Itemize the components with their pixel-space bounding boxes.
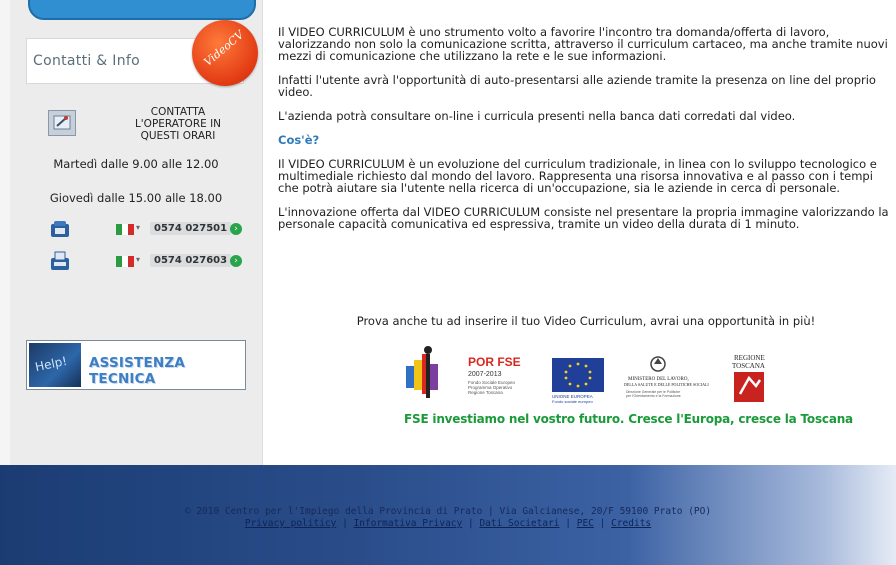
dropdown-arrow-icon[interactable]: ▾ [136,255,140,264]
help-key-icon: Help! [29,343,81,387]
footer-separator: | [565,518,571,529]
help-key-label: Help! [33,353,69,375]
main-content: Il VIDEO CURRICULUM è uno strumento volt… [278,26,890,230]
page-left-border [0,0,10,465]
contact-title: Contatti & Info [33,53,140,69]
pec-link[interactable]: PEC [577,518,594,529]
ministero-logo: MINISTERO DEL LAVORO, DELLA SALUTE E DEL… [624,356,709,398]
italy-flag-icon[interactable] [116,256,134,267]
assistenza-tecnica-banner[interactable]: Help! ASSISTENZA TECNICA [26,340,246,390]
sidebar-top-tab[interactable] [28,0,256,20]
ministero-sub: per l'Orientamento e la Formazione [626,394,681,398]
credits-link[interactable]: Credits [611,518,651,529]
eu-flag-logo: UNIONE EUROPEA Fondo sociale europeo [552,358,604,404]
eu-label: Fondo sociale europeo [552,399,593,404]
telephone-icon [50,219,70,239]
regione-toscana-logo: REGIONE TOSCANA [732,354,765,402]
section-heading: Cos'è? [278,133,320,147]
italy-flag-icon[interactable] [116,224,134,235]
regione-label: TOSCANA [732,362,765,370]
footer: © 2010 Centro per l'Impiego della Provin… [0,465,896,565]
ministero-label: DELLA SALUTE E DELLE POLITICHE SOCIALI [624,382,709,387]
logos-svg: POR FSE 2007-2013 Fondo Sociale Europeo … [406,346,765,404]
call-go-icon[interactable]: › [230,255,242,267]
operator-icon[interactable] [48,110,76,136]
hours-thursday: Giovedì dalle 15.00 alle 18.00 [49,191,223,205]
footer-copyright: © 2010 Centro per l'Impiego della Provin… [184,506,712,517]
dropdown-arrow-icon[interactable]: ▾ [136,223,140,232]
assistenza-tecnica-label: ASSISTENZA TECNICA [89,355,185,387]
intro-paragraph: Il VIDEO CURRICULUM è uno strumento volt… [278,25,888,63]
fax-icon [50,251,70,271]
phone-row-telephone: ▾ 0574 027501 › [10,219,262,239]
funding-logos: POR FSE 2007-2013 Fondo Sociale Europeo … [400,344,790,412]
phone-number[interactable]: 0574 027501 [150,222,232,235]
privacy-policy-link[interactable]: Privacy politicy [245,518,337,529]
operator-text-line: CONTATTA [150,106,206,118]
dati-societari-link[interactable]: Dati Societari [479,518,559,529]
prova-message: Prova anche tu ad inserire il tuo Video … [356,314,816,328]
videocv-badge-text: VideoCV [201,28,247,69]
footer-separator: | [599,518,606,529]
operator-text: CONTATTA L'OPERATORE IN QUESTI ORARI [118,106,238,142]
regione-label: REGIONE [734,354,765,362]
operator-text-line: QUESTI ORARI [140,130,216,142]
por-fse-sub: Regione Toscana [468,390,503,395]
intro-paragraph: L'azienda potrà consultare on-line i cur… [278,109,796,123]
videocv-badge[interactable]: VideoCV [192,20,258,86]
footer-separator: | [467,518,474,529]
sidebar: Contatti & Info VideoCV CONTATTA L'OPERA… [10,0,263,465]
por-fse-title: POR FSE [468,355,521,369]
operator-text-line: L'OPERATORE IN [134,118,222,130]
call-go-icon[interactable]: › [230,223,242,235]
footer-separator: | [342,518,348,529]
fse-caption: FSE investiamo nel vostro futuro. Cresce… [404,412,853,426]
body-paragraph: L'innovazione offerta dal VIDEO CURRICUL… [278,205,889,231]
body-paragraph: Il VIDEO CURRICULUM è un evoluzione del … [278,157,877,195]
footer-links: Privacy politicy | Informativa Privacy |… [0,518,896,529]
phone-number[interactable]: 0574 027603 [150,254,232,267]
intro-paragraph: Infatti l'utente avrà l'opportunità di a… [278,73,876,99]
informativa-privacy-link[interactable]: Informativa Privacy [354,518,463,529]
phone-row-fax: ▾ 0574 027603 › [10,251,262,271]
por-fse-logo: POR FSE 2007-2013 Fondo Sociale Europeo … [406,346,521,398]
hours-tuesday: Martedì dalle 9.00 alle 12.00 [53,157,219,171]
por-fse-years: 2007-2013 [468,371,502,378]
